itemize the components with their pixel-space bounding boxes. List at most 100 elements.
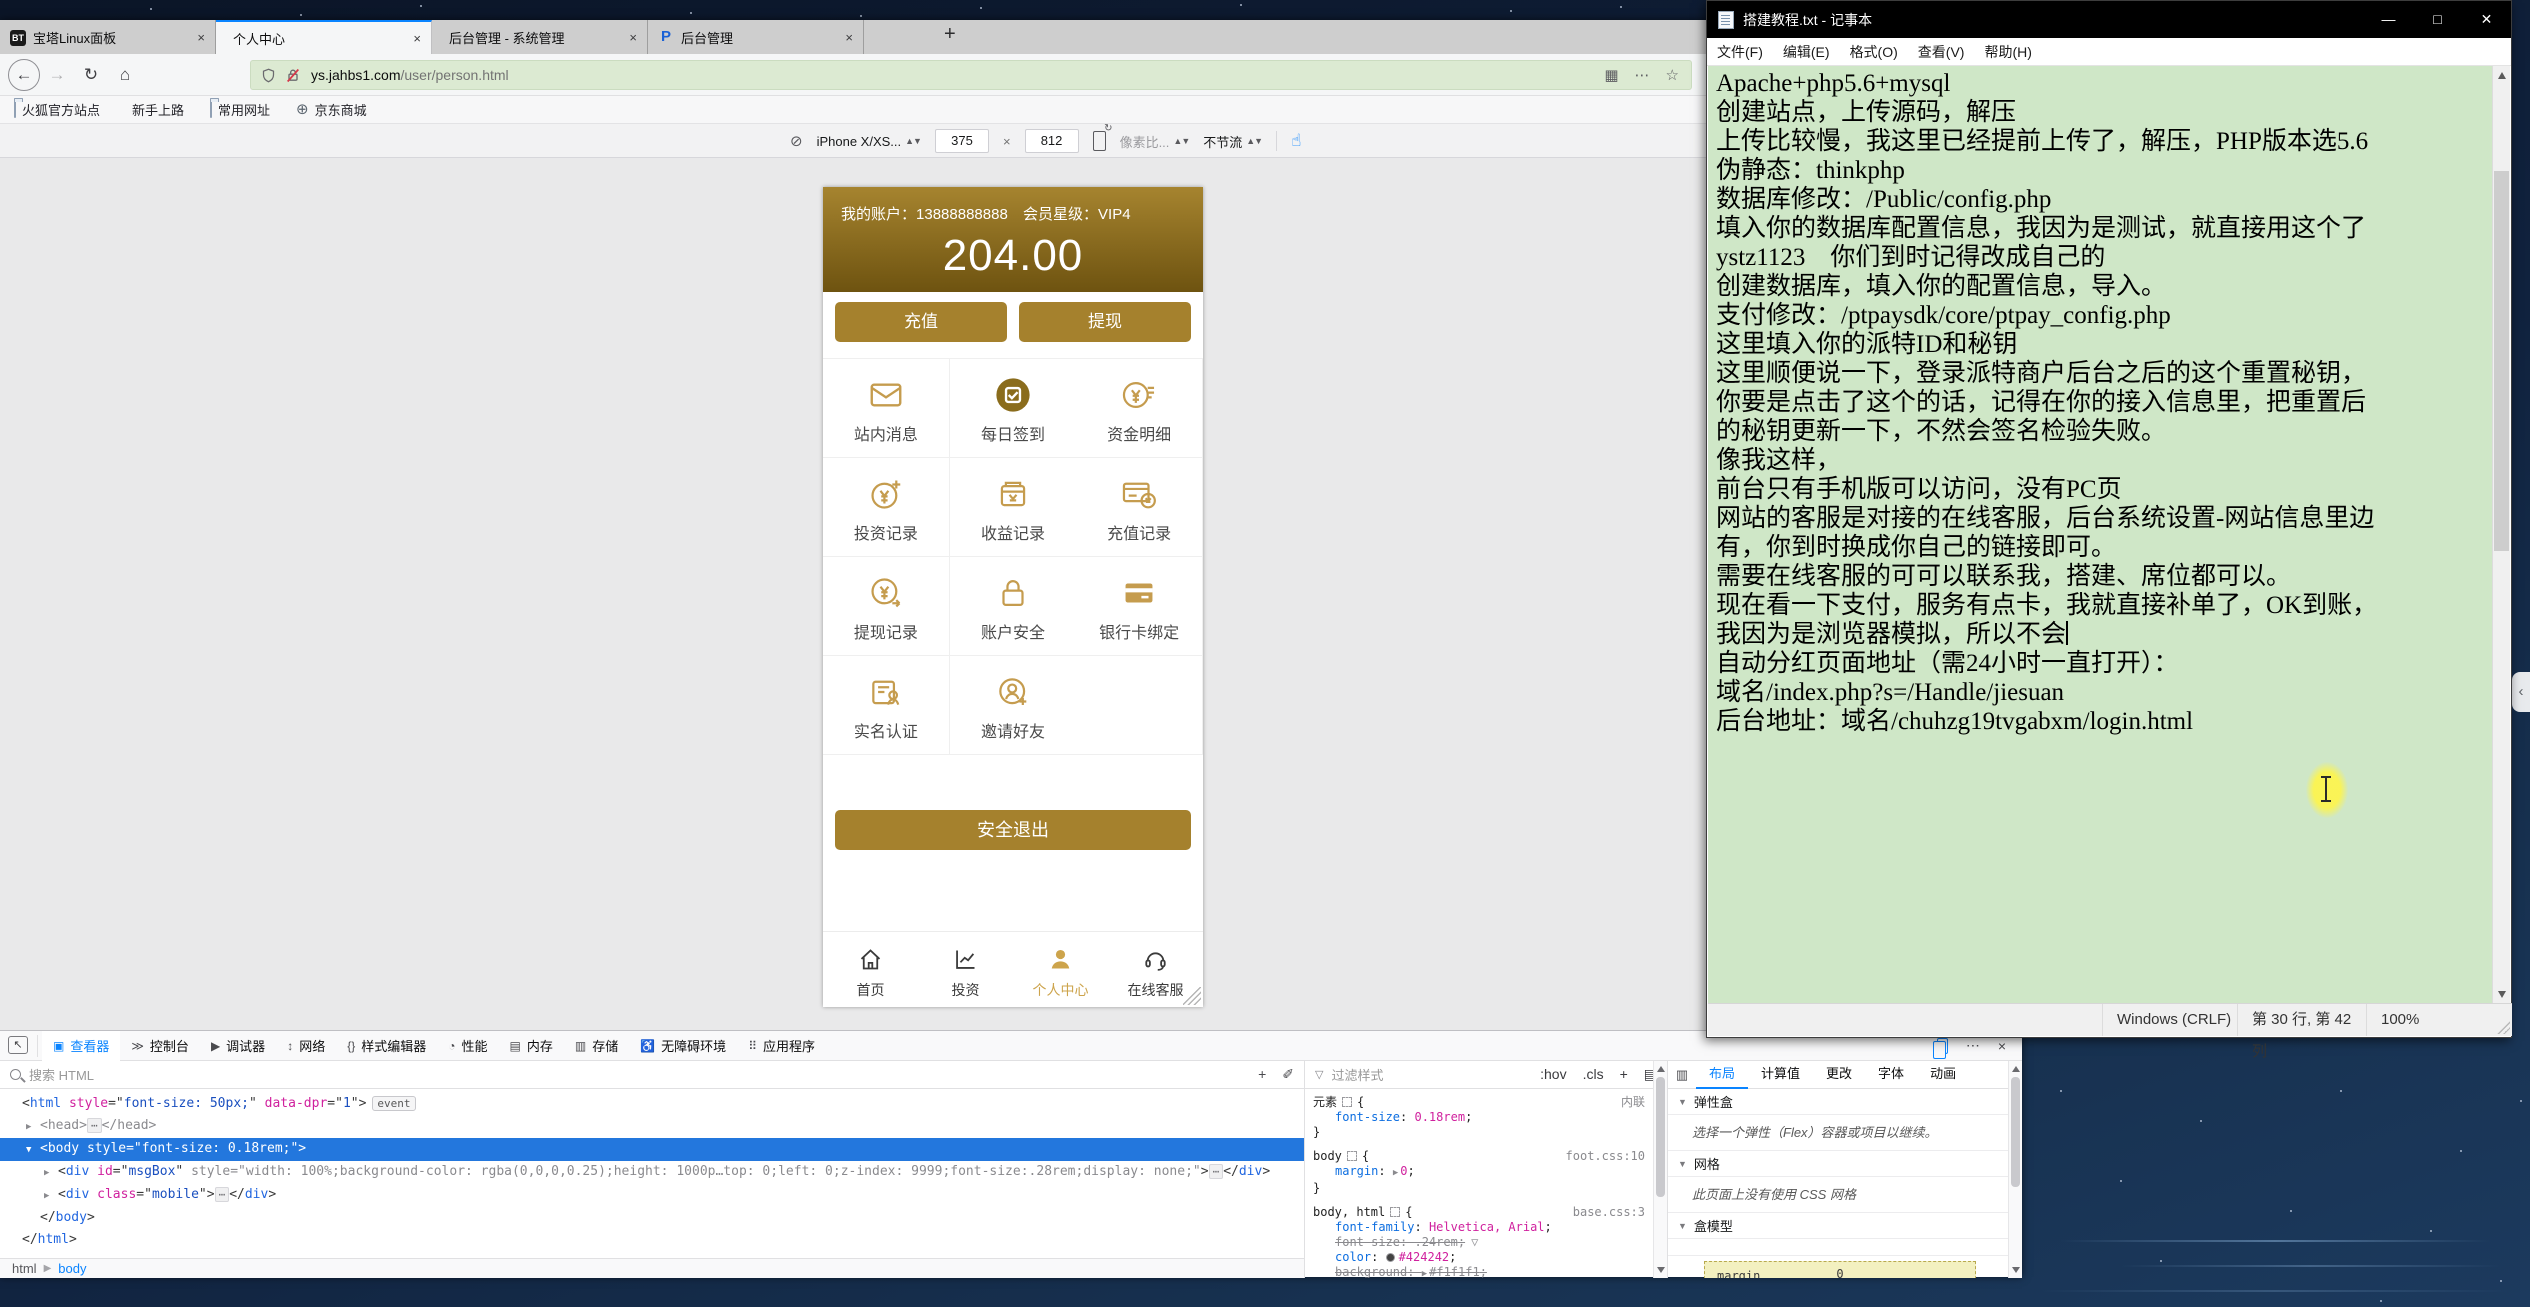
color-swatch[interactable] [1385,1253,1395,1262]
devtools-tab[interactable]: ◔ 性能 [437,1031,498,1061]
menu-item[interactable]: 格式(O) [1840,42,1908,62]
pseudo-class-toggle[interactable]: :hov [1540,1066,1566,1083]
stylesheet-link[interactable]: foot.css:10 [1566,1149,1645,1164]
browser-tab[interactable]: 个人中心 × [216,20,432,54]
page-actions-icon[interactable]: ⋯ [1635,66,1650,84]
devtools-tab[interactable]: ♿ 无障碍环境 [629,1031,737,1061]
highlight-target-icon[interactable] [1390,1207,1401,1217]
tab-close-icon[interactable]: × [627,30,639,45]
eyedropper-icon[interactable]: ✐ [1282,1066,1294,1083]
expander-icon[interactable]: ▶ [26,1116,40,1138]
new-tab-button[interactable]: + [932,23,968,46]
bookmark-star-icon[interactable]: ☆ [1666,66,1679,84]
qr-code-icon[interactable]: ▦ [1604,66,1618,84]
class-toggle[interactable]: .cls [1583,1066,1604,1083]
html-tree[interactable]: <html style="font-size: 50px;" data-dpr=… [0,1089,1304,1251]
sidebar-tab[interactable]: 动画 [1917,1061,1969,1089]
menu-item[interactable]: 文件(F) [1707,42,1773,62]
markup-line[interactable]: </html> [0,1229,1304,1251]
notepad-title-bar[interactable]: 搭建教程.txt - 记事本 — □ ✕ [1707,1,2511,38]
markup-line[interactable]: </body> [0,1207,1304,1229]
feature-grid-item[interactable]: 站内消息 [823,359,950,458]
feature-grid-item[interactable]: 银行卡绑定 [1076,557,1203,656]
maximize-button[interactable]: □ [2413,1,2462,38]
sidebar-tab[interactable]: 计算值 [1748,1061,1813,1089]
bottom-tab[interactable]: 首页 [823,932,918,1007]
add-node-icon[interactable]: + [1258,1066,1266,1083]
tab-close-icon[interactable]: × [411,31,423,46]
site-identity[interactable] [251,67,311,84]
sidebar-tab[interactable]: 布局 [1696,1061,1749,1089]
feature-grid-item[interactable]: 邀请好友 [949,656,1077,755]
box-model-diagram[interactable]: margin 0 border 0 [1704,1261,1976,1278]
breadcrumb-item[interactable]: body [58,1261,86,1276]
section-header[interactable]: ▼ 盒模型 [1668,1213,2022,1239]
section-header[interactable]: ▼ 网格 [1668,1151,2022,1177]
breadcrumb-item[interactable]: html [12,1261,37,1276]
section-header[interactable]: ▼ 弹性盒 [1668,1089,2022,1115]
event-badge[interactable]: event [372,1096,416,1111]
expander-icon[interactable]: ▶ [44,1162,58,1184]
bookmark-item[interactable]: 新手上路 [126,100,184,119]
devtools-tab[interactable]: ▶ 调试器 [200,1031,276,1061]
expander-icon[interactable]: ▶ [44,1185,58,1207]
markup-line[interactable]: ▶ <div id="msgBox" style="width: 100%;bac… [0,1161,1304,1184]
scroll-up-icon[interactable] [2498,72,2506,79]
menu-item[interactable]: 帮助(H) [1974,42,2041,62]
html-search-input[interactable]: 搜索 HTML [29,1065,94,1084]
css-declaration[interactable]: margin: ▶ 0; [1313,1164,1659,1181]
reload-button[interactable]: ↻ [74,65,108,85]
markup-line[interactable]: ▼ <body style="font-size: 0.18rem;"> [0,1138,1304,1161]
css-rule[interactable]: body{foot.css:10 margin: ▶ 0;} [1313,1149,1659,1196]
markup-line[interactable]: ▶ <div class="mobile"> ⋯ </div> [0,1184,1304,1207]
viewport-resize-handle[interactable] [1183,987,1201,1005]
close-button[interactable]: ✕ [2462,1,2511,38]
css-declaration[interactable]: font-family: Helvetica, Arial; [1313,1220,1659,1235]
tab-close-icon[interactable]: × [195,30,207,45]
feature-grid-item[interactable]: 实名认证 [823,656,950,755]
resize-grip[interactable] [2496,1020,2510,1034]
devtools-tab[interactable]: ▥ 存储 [564,1031,629,1061]
feature-grid-item[interactable]: 收益记录 [949,458,1077,557]
overridden-filter-icon[interactable]: ▽ [1471,1235,1478,1250]
stylesheet-link[interactable]: base.css:3 [1573,1205,1645,1220]
css-declaration[interactable]: font-size: 0.18rem; [1313,1110,1659,1125]
recharge-button[interactable]: 充值 [835,302,1007,342]
devtools-menu-icon[interactable]: ⋯ [1966,1037,1980,1054]
dpr-select[interactable]: 像素比... ▲▼ [1120,132,1191,151]
bottom-tab[interactable]: 个人中心 [1013,932,1108,1007]
stylesheet-link[interactable]: 内联 [1621,1095,1645,1110]
devtools-tab[interactable]: ↕ 网络 [276,1031,336,1061]
feature-grid-item[interactable]: 每日签到 [949,359,1077,458]
bottom-tab[interactable]: 投资 [918,932,1013,1007]
tab-close-icon[interactable]: × [843,30,855,45]
url-bar[interactable]: ys.jahbs1.com/user/person.html ▦ ⋯ ☆ [250,60,1692,90]
browser-tab[interactable]: P 后台管理 × [648,20,864,54]
layout-scrollbar[interactable] [2008,1061,2022,1278]
edge-chevron-icon[interactable]: ‹ [2512,672,2530,712]
viewport-width-input[interactable]: 375 [934,129,989,153]
notepad-scrollbar[interactable] [2492,66,2510,1004]
bookmark-item[interactable]: 常用网址 [210,100,270,119]
css-rule[interactable]: body, html{base.css:3 font-family: Helvet… [1313,1205,1659,1278]
back-button[interactable]: ← [8,58,40,91]
markup-line[interactable]: <html style="font-size: 50px;" data-dpr=… [0,1093,1304,1115]
highlight-target-icon[interactable] [1346,1151,1357,1161]
feature-grid-item[interactable]: 账户安全 [949,557,1077,656]
breadcrumb[interactable]: html ▶ body [0,1258,1304,1278]
viewport-height-input[interactable]: 812 [1024,129,1079,153]
responsive-mode-icon[interactable] [1932,1037,1948,1059]
browser-tab[interactable]: BT 宝塔Linux面板 × [0,20,216,54]
menu-item[interactable]: 查看(V) [1908,42,1975,62]
home-button[interactable]: ⌂ [108,65,142,85]
css-declaration[interactable]: background: ▶ #f1f1f1; [1313,1265,1659,1278]
filter-styles-input[interactable]: 过滤样式 [1331,1065,1383,1084]
scroll-down-icon[interactable] [2498,991,2506,998]
throttle-select[interactable]: 不节流 ▲▼ [1203,132,1263,151]
bookmark-item[interactable]: 火狐官方站点 [14,100,100,119]
sidebar-tab[interactable]: 字体 [1865,1061,1917,1089]
node-picker-icon[interactable]: ↖ [8,1034,38,1057]
css-rules-list[interactable]: 元素{内联 font-size: 0.18rem;} body{foot.css:1… [1305,1089,1667,1278]
feature-grid-item[interactable]: 充值记录 [1076,458,1203,557]
bookmark-item[interactable]: ⊕ 京东商城 [296,100,367,119]
